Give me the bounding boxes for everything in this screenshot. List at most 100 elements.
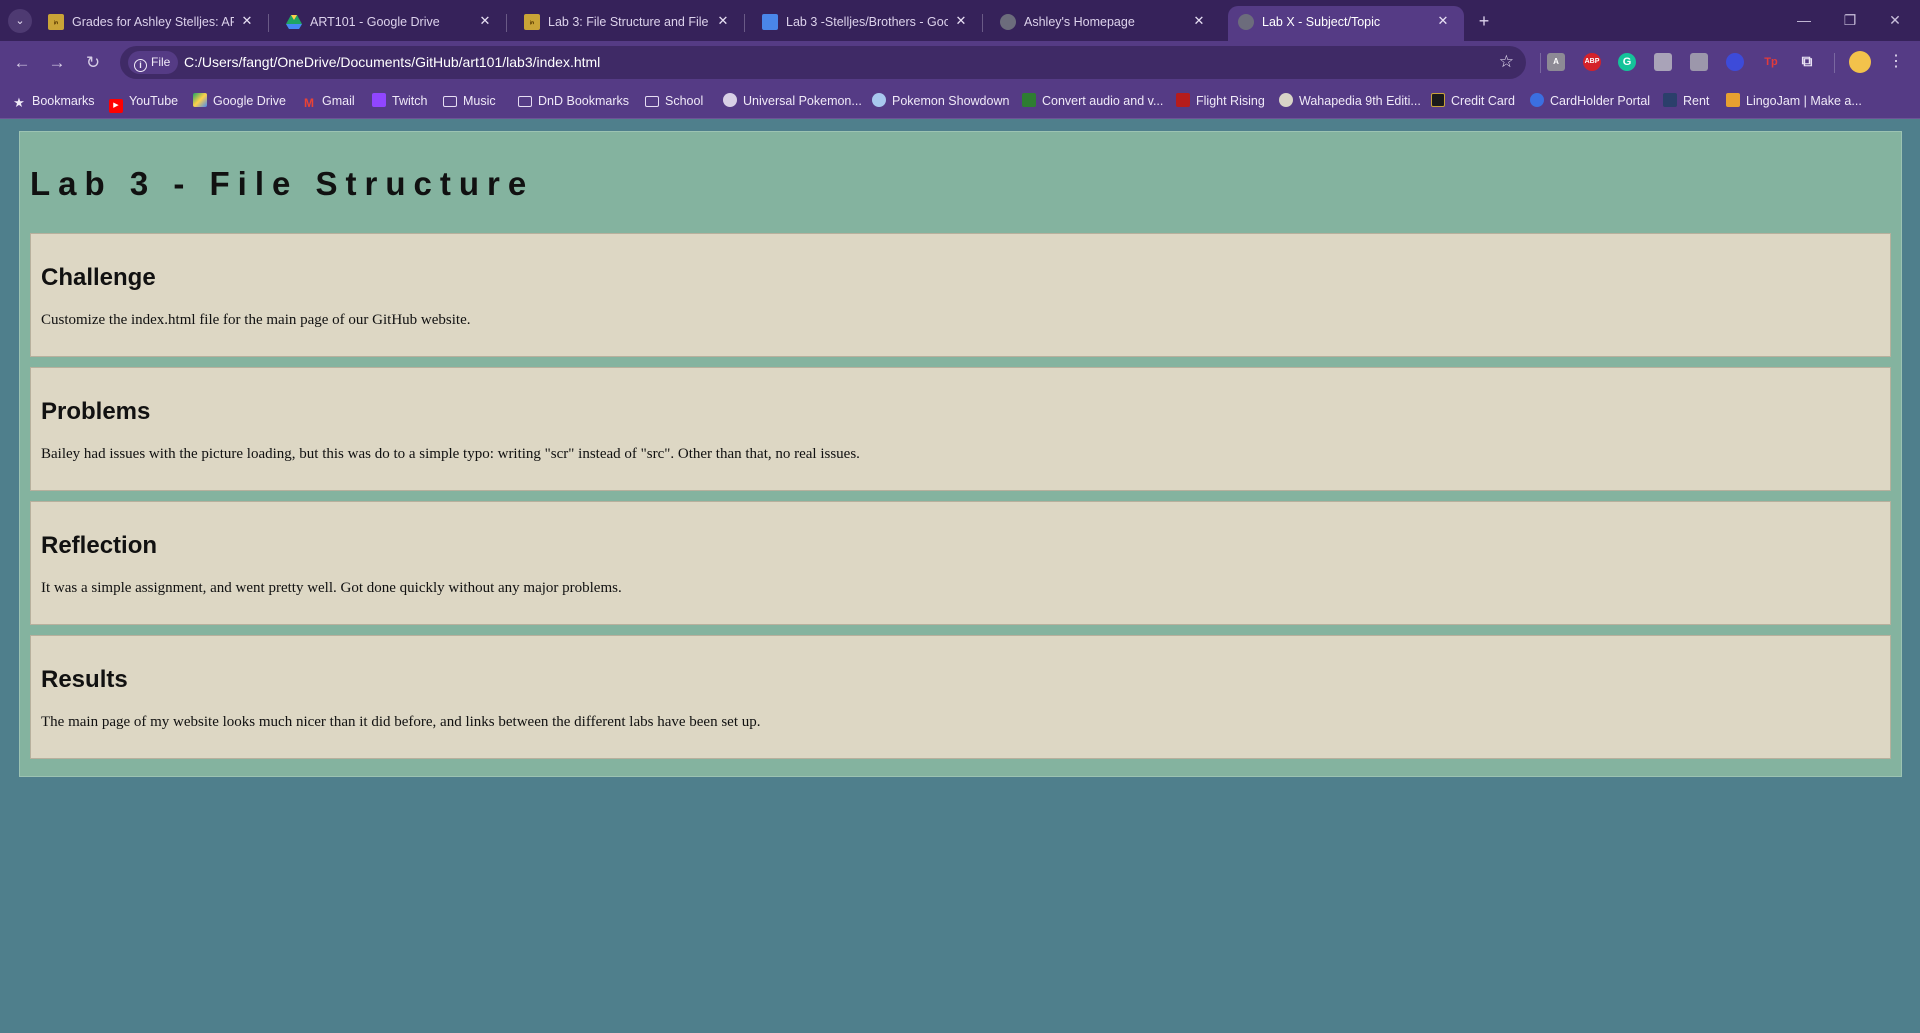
youtube-icon: ▶	[109, 99, 123, 113]
section-challenge: Challenge Customize the index.html file …	[30, 233, 1891, 357]
lingojam-icon	[1726, 93, 1740, 107]
section-text: Bailey had issues with the picture loadi…	[41, 446, 860, 462]
browser-toolbar: ← → ↻ i File C:/Users/fangt/OneDrive/Docu…	[0, 41, 1920, 84]
forward-arrow-icon[interactable]: →	[44, 50, 70, 76]
section-problems: Problems Bailey had issues with the pict…	[30, 367, 1891, 491]
bookmark-item[interactable]: ★ Bookmarks	[12, 92, 94, 110]
kebab-menu-icon[interactable]: ⋮	[1886, 51, 1906, 73]
window-close-icon[interactable]: ✕	[1882, 8, 1908, 32]
grammarly-icon[interactable]: G	[1618, 53, 1636, 71]
bookmark-item[interactable]: Rent	[1663, 92, 1709, 110]
bookmarks-bar: ★ Bookmarks ▶ YouTube Google Drive M Gmail …	[0, 84, 1920, 119]
bookmark-item[interactable]: CardHolder Portal	[1530, 92, 1650, 110]
section-reflection: Reflection It was a simple assignment, a…	[30, 501, 1891, 625]
folder-icon	[518, 96, 532, 107]
bookmark-item[interactable]: School	[645, 92, 703, 110]
restore-icon[interactable]: ❐	[1837, 8, 1863, 32]
google-docs-icon	[762, 14, 778, 30]
section-text: Customize the index.html file for the ma…	[41, 312, 471, 328]
close-icon[interactable]: ✕	[714, 12, 732, 30]
site-chip-label: File	[151, 55, 171, 69]
info-icon: i	[134, 59, 147, 72]
extension-tp-icon[interactable]: Tp	[1762, 53, 1780, 71]
bookmark-item[interactable]: LingoJam | Make a...	[1726, 92, 1862, 110]
tab[interactable]: Lab 3 -Stelljes/Brothers - Googl ✕	[752, 6, 983, 41]
gear-extension-icon[interactable]	[1726, 53, 1744, 71]
bookmark-item[interactable]: M Gmail	[302, 92, 355, 110]
section-results: Results The main page of my website look…	[30, 635, 1891, 759]
flight-rising-icon	[1176, 93, 1190, 107]
section-heading: Results	[41, 666, 128, 693]
credit-card-icon	[1431, 93, 1445, 107]
tab-title: Lab 3: File Structure and File Tra	[548, 15, 710, 29]
new-tab-plus-icon[interactable]: +	[1472, 9, 1496, 33]
tab-strip: ⌄ ᵢₙ Grades for Ashley Stelljes: ART1 ✕ …	[0, 0, 1920, 41]
page-container: Lab 3 - File Structure Challenge Customi…	[19, 131, 1902, 777]
profile-avatar[interactable]	[1849, 51, 1871, 73]
bookmark-item[interactable]: Pokemon Showdown	[872, 92, 1009, 110]
bookmark-star-icon[interactable]: ☆	[1499, 52, 1514, 72]
tab-title: Lab 3 -Stelljes/Brothers - Googl	[786, 15, 948, 29]
address-bar[interactable]: i File C:/Users/fangt/OneDrive/Documents/…	[120, 46, 1526, 79]
tab[interactable]: ART101 - Google Drive ✕	[276, 6, 507, 41]
globe-icon	[1238, 14, 1254, 30]
bookmark-item[interactable]: Credit Card	[1431, 92, 1515, 110]
tab-separator	[982, 14, 983, 32]
toolbar-divider	[1540, 53, 1541, 73]
section-heading: Problems	[41, 398, 151, 425]
section-heading: Challenge	[41, 264, 156, 291]
bookmark-item[interactable]: ▶ YouTube	[109, 92, 178, 113]
google-drive-icon	[286, 14, 302, 30]
close-icon[interactable]: ✕	[476, 12, 494, 30]
star-icon: ★	[13, 95, 25, 110]
tab-separator	[506, 14, 507, 32]
tab[interactable]: ᵢₙ Grades for Ashley Stelljes: ART1 ✕	[38, 6, 269, 41]
bookmark-item[interactable]: Convert audio and v...	[1022, 92, 1163, 110]
portal-icon	[1530, 93, 1544, 107]
bookmark-item[interactable]: Music	[443, 92, 496, 110]
bookmark-item[interactable]: Twitch	[372, 92, 427, 110]
tab-title: Ashley's Homepage	[1024, 15, 1135, 29]
page-viewport: Lab 3 - File Structure Challenge Customi…	[0, 119, 1920, 1033]
showdown-icon	[872, 93, 886, 107]
bookmark-item[interactable]: Flight Rising	[1176, 92, 1265, 110]
folder-icon	[645, 96, 659, 107]
tab-separator	[268, 14, 269, 32]
tab[interactable]: ᵢₙ Lab 3: File Structure and File Tra ✕	[514, 6, 745, 41]
google-drive-icon	[193, 93, 207, 107]
extension-r-icon[interactable]	[1690, 53, 1708, 71]
section-text: It was a simple assignment, and went pre…	[41, 580, 622, 596]
gmail-icon: M	[304, 96, 314, 110]
close-icon[interactable]: ✕	[238, 12, 256, 30]
twitch-icon	[372, 93, 386, 107]
url-text[interactable]: C:/Users/fangt/OneDrive/Documents/GitHub…	[184, 54, 600, 71]
grades-icon: ᵢₙ	[48, 14, 64, 30]
close-icon[interactable]: ✕	[952, 12, 970, 30]
tab-active[interactable]: Lab X - Subject/Topic ✕	[1228, 6, 1464, 41]
bookmark-item[interactable]: DnD Bookmarks	[518, 92, 629, 110]
tab[interactable]: Ashley's Homepage ✕	[990, 6, 1220, 41]
extension-a-icon[interactable]: A	[1547, 53, 1565, 71]
section-text: The main page of my website looks much n…	[41, 714, 761, 730]
reload-icon[interactable]: ↻	[80, 50, 106, 76]
tab-title: Grades for Ashley Stelljes: ART1	[72, 15, 234, 29]
folder-icon	[443, 96, 457, 107]
convert-icon	[1022, 93, 1036, 107]
globe-icon	[1000, 14, 1016, 30]
globe-icon	[723, 93, 737, 107]
adblock-plus-icon[interactable]: ABP	[1583, 53, 1601, 71]
extension-square-icon[interactable]	[1654, 53, 1672, 71]
site-info-chip[interactable]: i File	[128, 51, 179, 74]
close-icon[interactable]: ✕	[1190, 12, 1208, 30]
tab-search-chevron-down-icon[interactable]: ⌄	[8, 9, 32, 33]
close-icon[interactable]: ✕	[1434, 12, 1452, 30]
back-arrow-icon[interactable]: ←	[9, 50, 35, 76]
page-title: Lab 3 - File Structure	[30, 165, 535, 202]
minimize-icon[interactable]: —	[1791, 8, 1817, 32]
bookmark-item[interactable]: Wahapedia 9th Editi...	[1279, 92, 1421, 110]
bookmark-item[interactable]: Universal Pokemon...	[723, 92, 862, 110]
canvas-icon: ᵢₙ	[524, 14, 540, 30]
skull-icon	[1279, 93, 1293, 107]
bookmark-item[interactable]: Google Drive	[193, 92, 286, 110]
puzzle-icon[interactable]: ⧉	[1798, 53, 1816, 71]
